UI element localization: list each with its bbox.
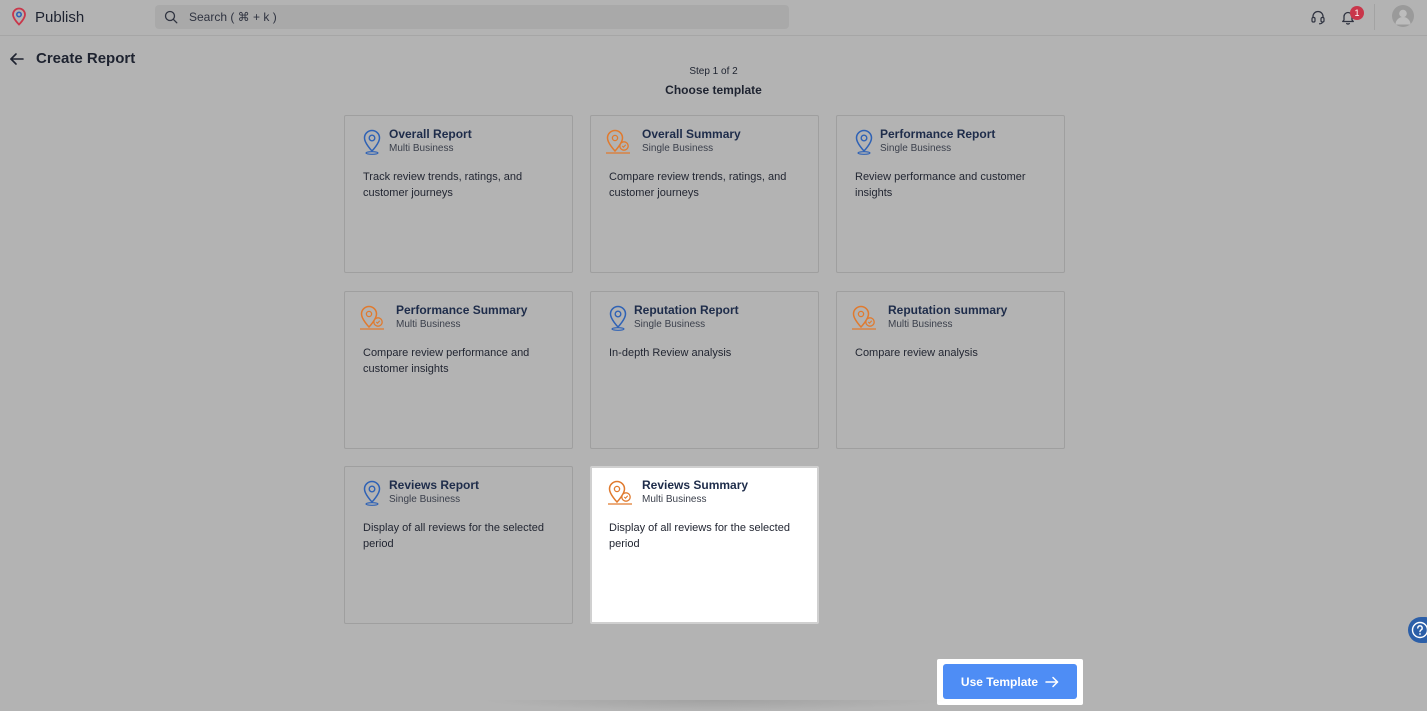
template-description: Compare review trends, ratings, and cust… bbox=[609, 171, 787, 199]
headset-icon[interactable] bbox=[1310, 9, 1326, 25]
publish-logo-icon bbox=[12, 7, 26, 26]
template-scope: Multi Business bbox=[642, 494, 707, 505]
template-title: Performance Report bbox=[880, 127, 996, 141]
use-template-label: Use Template bbox=[960, 674, 1039, 689]
template-title: Reviews Summary bbox=[642, 478, 749, 492]
search-icon bbox=[164, 10, 178, 24]
notification-count-badge: 1 bbox=[1350, 6, 1364, 20]
template-scope: Multi Business bbox=[389, 143, 454, 154]
template-card-performance-report[interactable]: Performance Report Single Business Revie… bbox=[836, 115, 1065, 273]
template-scope: Single Business bbox=[642, 143, 714, 154]
template-description: Review performance and customer insights bbox=[855, 171, 1026, 199]
template-card-reputation-summary[interactable]: Reputation summary Multi Business Compar… bbox=[836, 291, 1065, 449]
template-title: Performance Summary bbox=[396, 303, 528, 317]
notifications-button[interactable]: 1 bbox=[1340, 6, 1366, 28]
page-title: Create Report bbox=[36, 50, 136, 67]
location-pin-icon bbox=[362, 480, 382, 506]
step-indicator: Step 1 of 2 bbox=[689, 66, 738, 77]
template-scope: Single Business bbox=[389, 494, 461, 505]
map-pin-summary-icon bbox=[851, 305, 877, 331]
help-button[interactable] bbox=[1408, 617, 1427, 643]
map-pin-summary-icon bbox=[607, 480, 633, 506]
template-card-overall-summary[interactable]: Overall Summary Single Business Compare … bbox=[590, 115, 819, 273]
template-card-performance-summary[interactable]: Performance Summary Multi Business Compa… bbox=[344, 291, 573, 449]
template-description: Compare review performance and customer … bbox=[363, 347, 530, 375]
map-pin-summary-icon bbox=[605, 129, 631, 155]
template-title: Overall Report bbox=[389, 127, 472, 141]
map-pin-summary-icon bbox=[359, 305, 385, 331]
location-pin-icon bbox=[608, 305, 628, 331]
template-description: Track review trends, ratings, and custom… bbox=[363, 171, 523, 199]
template-title: Reputation summary bbox=[888, 303, 1008, 317]
use-template-highlight: Use Template bbox=[937, 659, 1083, 705]
back-arrow-icon[interactable] bbox=[9, 51, 25, 67]
template-description: Display of all reviews for the selected … bbox=[363, 522, 544, 550]
template-scope: Single Business bbox=[880, 143, 952, 154]
template-card-overall-report[interactable]: Overall Report Multi Business Track revi… bbox=[344, 115, 573, 273]
template-description: Display of all reviews for the selected … bbox=[609, 522, 790, 550]
template-title: Reviews Report bbox=[389, 478, 480, 492]
help-question-icon bbox=[1411, 621, 1427, 639]
template-scope: Multi Business bbox=[396, 319, 461, 330]
brand[interactable]: Publish bbox=[10, 7, 84, 27]
step-title: Choose template bbox=[665, 83, 762, 97]
user-icon bbox=[1395, 9, 1411, 25]
template-description: Compare review analysis bbox=[855, 347, 978, 359]
location-pin-icon bbox=[854, 129, 874, 155]
template-description: In-depth Review analysis bbox=[609, 347, 732, 359]
use-template-button[interactable]: Use Template bbox=[943, 664, 1077, 699]
template-card-reviews-summary[interactable]: Reviews Summary Multi Business Display o… bbox=[590, 466, 819, 624]
arrow-right-icon bbox=[1045, 676, 1059, 687]
bottom-shadow bbox=[480, 700, 950, 711]
template-title: Overall Summary bbox=[642, 127, 741, 141]
search-bar[interactable]: Search ( ⌘ + k ) bbox=[155, 5, 789, 29]
app-name: Publish bbox=[35, 8, 85, 26]
search-placeholder[interactable]: Search ( ⌘ + k ) bbox=[189, 10, 277, 24]
topbar-divider bbox=[1374, 4, 1375, 30]
location-pin-icon bbox=[362, 129, 382, 155]
template-scope: Multi Business bbox=[888, 319, 953, 330]
template-card-reviews-report[interactable]: Reviews Report Single Business Display o… bbox=[344, 466, 573, 624]
top-bar: Publish Search ( ⌘ + k ) 1 bbox=[0, 0, 1427, 36]
template-title: Reputation Report bbox=[634, 303, 739, 317]
template-card-reputation-report[interactable]: Reputation Report Single Business In-dep… bbox=[590, 291, 819, 449]
template-scope: Single Business bbox=[634, 319, 706, 330]
avatar[interactable] bbox=[1392, 5, 1414, 27]
